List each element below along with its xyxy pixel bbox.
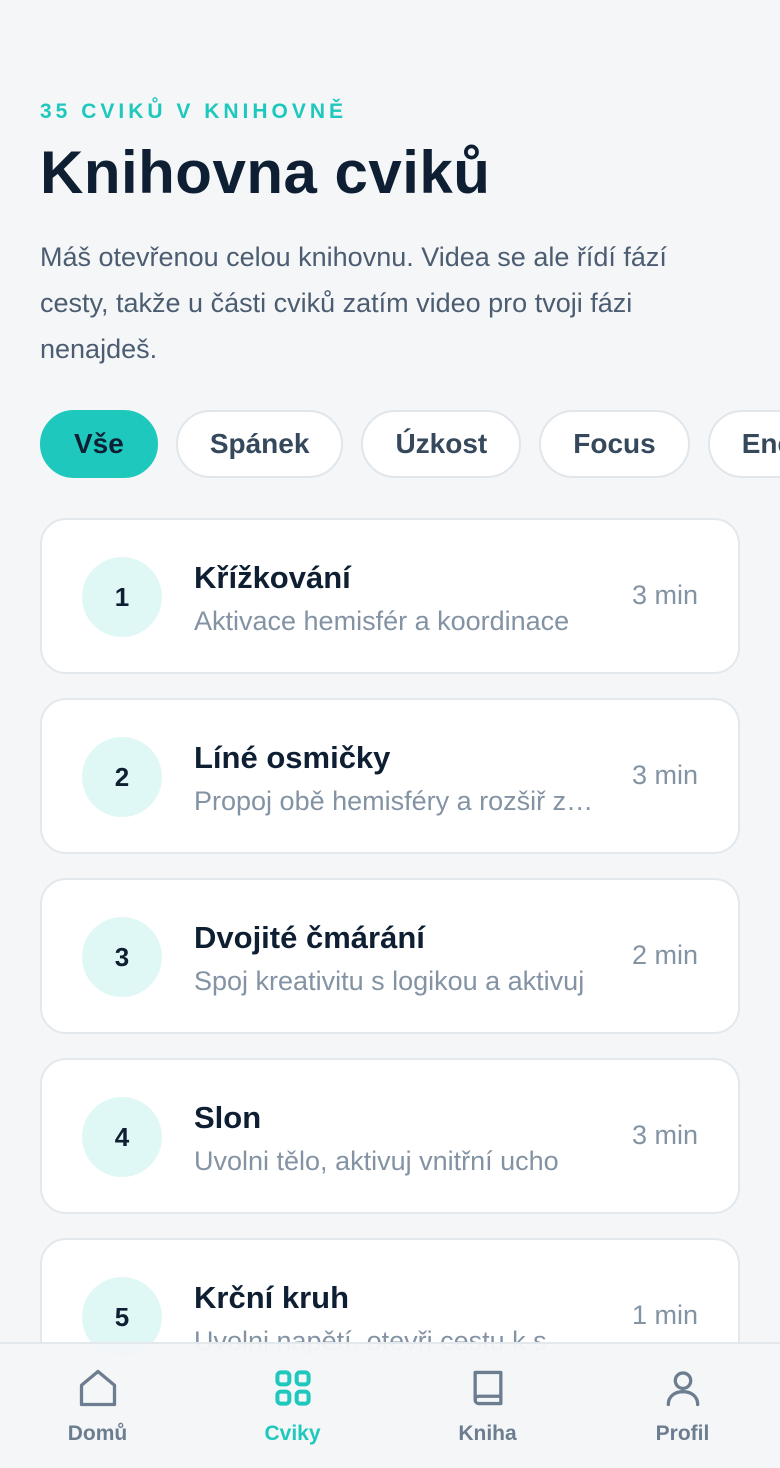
tab-book[interactable]: Kniha [390, 1344, 585, 1468]
page-title: Knihovna cviků [40, 139, 491, 206]
tab-exercises-label: Cviky [264, 1422, 321, 1445]
exercise-title: Slon [194, 1100, 262, 1135]
tab-home[interactable]: Domů [0, 1344, 195, 1468]
exercise-description: Propoj obě hemisféry a rozšiř zorné pole [194, 786, 598, 816]
grid-icon [274, 1370, 311, 1406]
library-count-label: 35 CVIKŮ V KNIHOVNĚ [40, 100, 348, 123]
tab-book-label: Kniha [458, 1422, 517, 1445]
exercise-description: Aktivace hemisfér a koordinace [194, 606, 570, 636]
home-icon [79, 1369, 116, 1407]
exercise-title: Krční kruh [194, 1280, 350, 1315]
exercise-number-badge: 3 [82, 917, 162, 997]
exercise-description: Uvolni tělo, aktivuj vnitřní ucho [194, 1146, 559, 1176]
exercise-list: 1 Křížkování Aktivace hemisfér a koordin… [40, 518, 740, 1418]
tab-profile[interactable]: Profil [585, 1344, 780, 1468]
exercise-card[interactable]: 4 Slon Uvolni tělo, aktivuj vnitřní ucho… [40, 1058, 740, 1214]
filter-chip-anxiety[interactable]: Úzkost [361, 410, 522, 478]
filter-chip-focus[interactable]: Focus [539, 410, 690, 478]
intro-text: Máš otevřenou celou knihovnu. Videa se a… [40, 242, 667, 364]
exercise-title: Dvojité čmárání [194, 920, 425, 955]
exercise-title: Líné osmičky [194, 740, 391, 775]
exercise-title: Křížkování [194, 560, 351, 595]
exercise-card[interactable]: 1 Křížkování Aktivace hemisfér a koordin… [40, 518, 740, 674]
filter-chips: Vše Spánek Úzkost Focus Energie [40, 410, 780, 478]
exercise-number-badge: 1 [82, 557, 162, 637]
exercise-duration: 3 min [631, 580, 698, 610]
exercise-duration: 3 min [631, 1120, 698, 1150]
book-icon [473, 1370, 502, 1406]
filter-chip-all[interactable]: Vše [40, 410, 158, 478]
exercise-library-screen: 35 CVIKŮ V KNIHOVNĚ Knihovna cviků Máš o… [0, 0, 780, 1468]
exercise-duration: 1 min [631, 1300, 698, 1330]
exercise-duration: 3 min [631, 760, 698, 790]
user-icon [666, 1371, 699, 1407]
tab-exercises[interactable]: Cviky [195, 1344, 390, 1468]
tab-home-label: Domů [67, 1422, 128, 1445]
filter-chip-sleep[interactable]: Spánek [175, 410, 344, 478]
exercise-number-badge: 2 [82, 737, 162, 817]
tab-profile-label: Profil [655, 1422, 710, 1445]
exercise-description: Spoj kreativitu s logikou a aktivuj [194, 966, 585, 996]
exercise-duration: 2 min [631, 940, 698, 970]
exercise-card[interactable]: 2 Líné osmičky Propoj obě hemisféry a ro… [40, 698, 740, 854]
filter-chip-energy[interactable]: Energie [707, 410, 780, 478]
exercise-number-badge: 4 [82, 1097, 162, 1177]
bottom-tab-bar: Domů Cviky Kniha Profil [0, 1342, 780, 1468]
exercise-card[interactable]: 3 Dvojité čmárání Spoj kreativitu s logi… [40, 878, 740, 1034]
